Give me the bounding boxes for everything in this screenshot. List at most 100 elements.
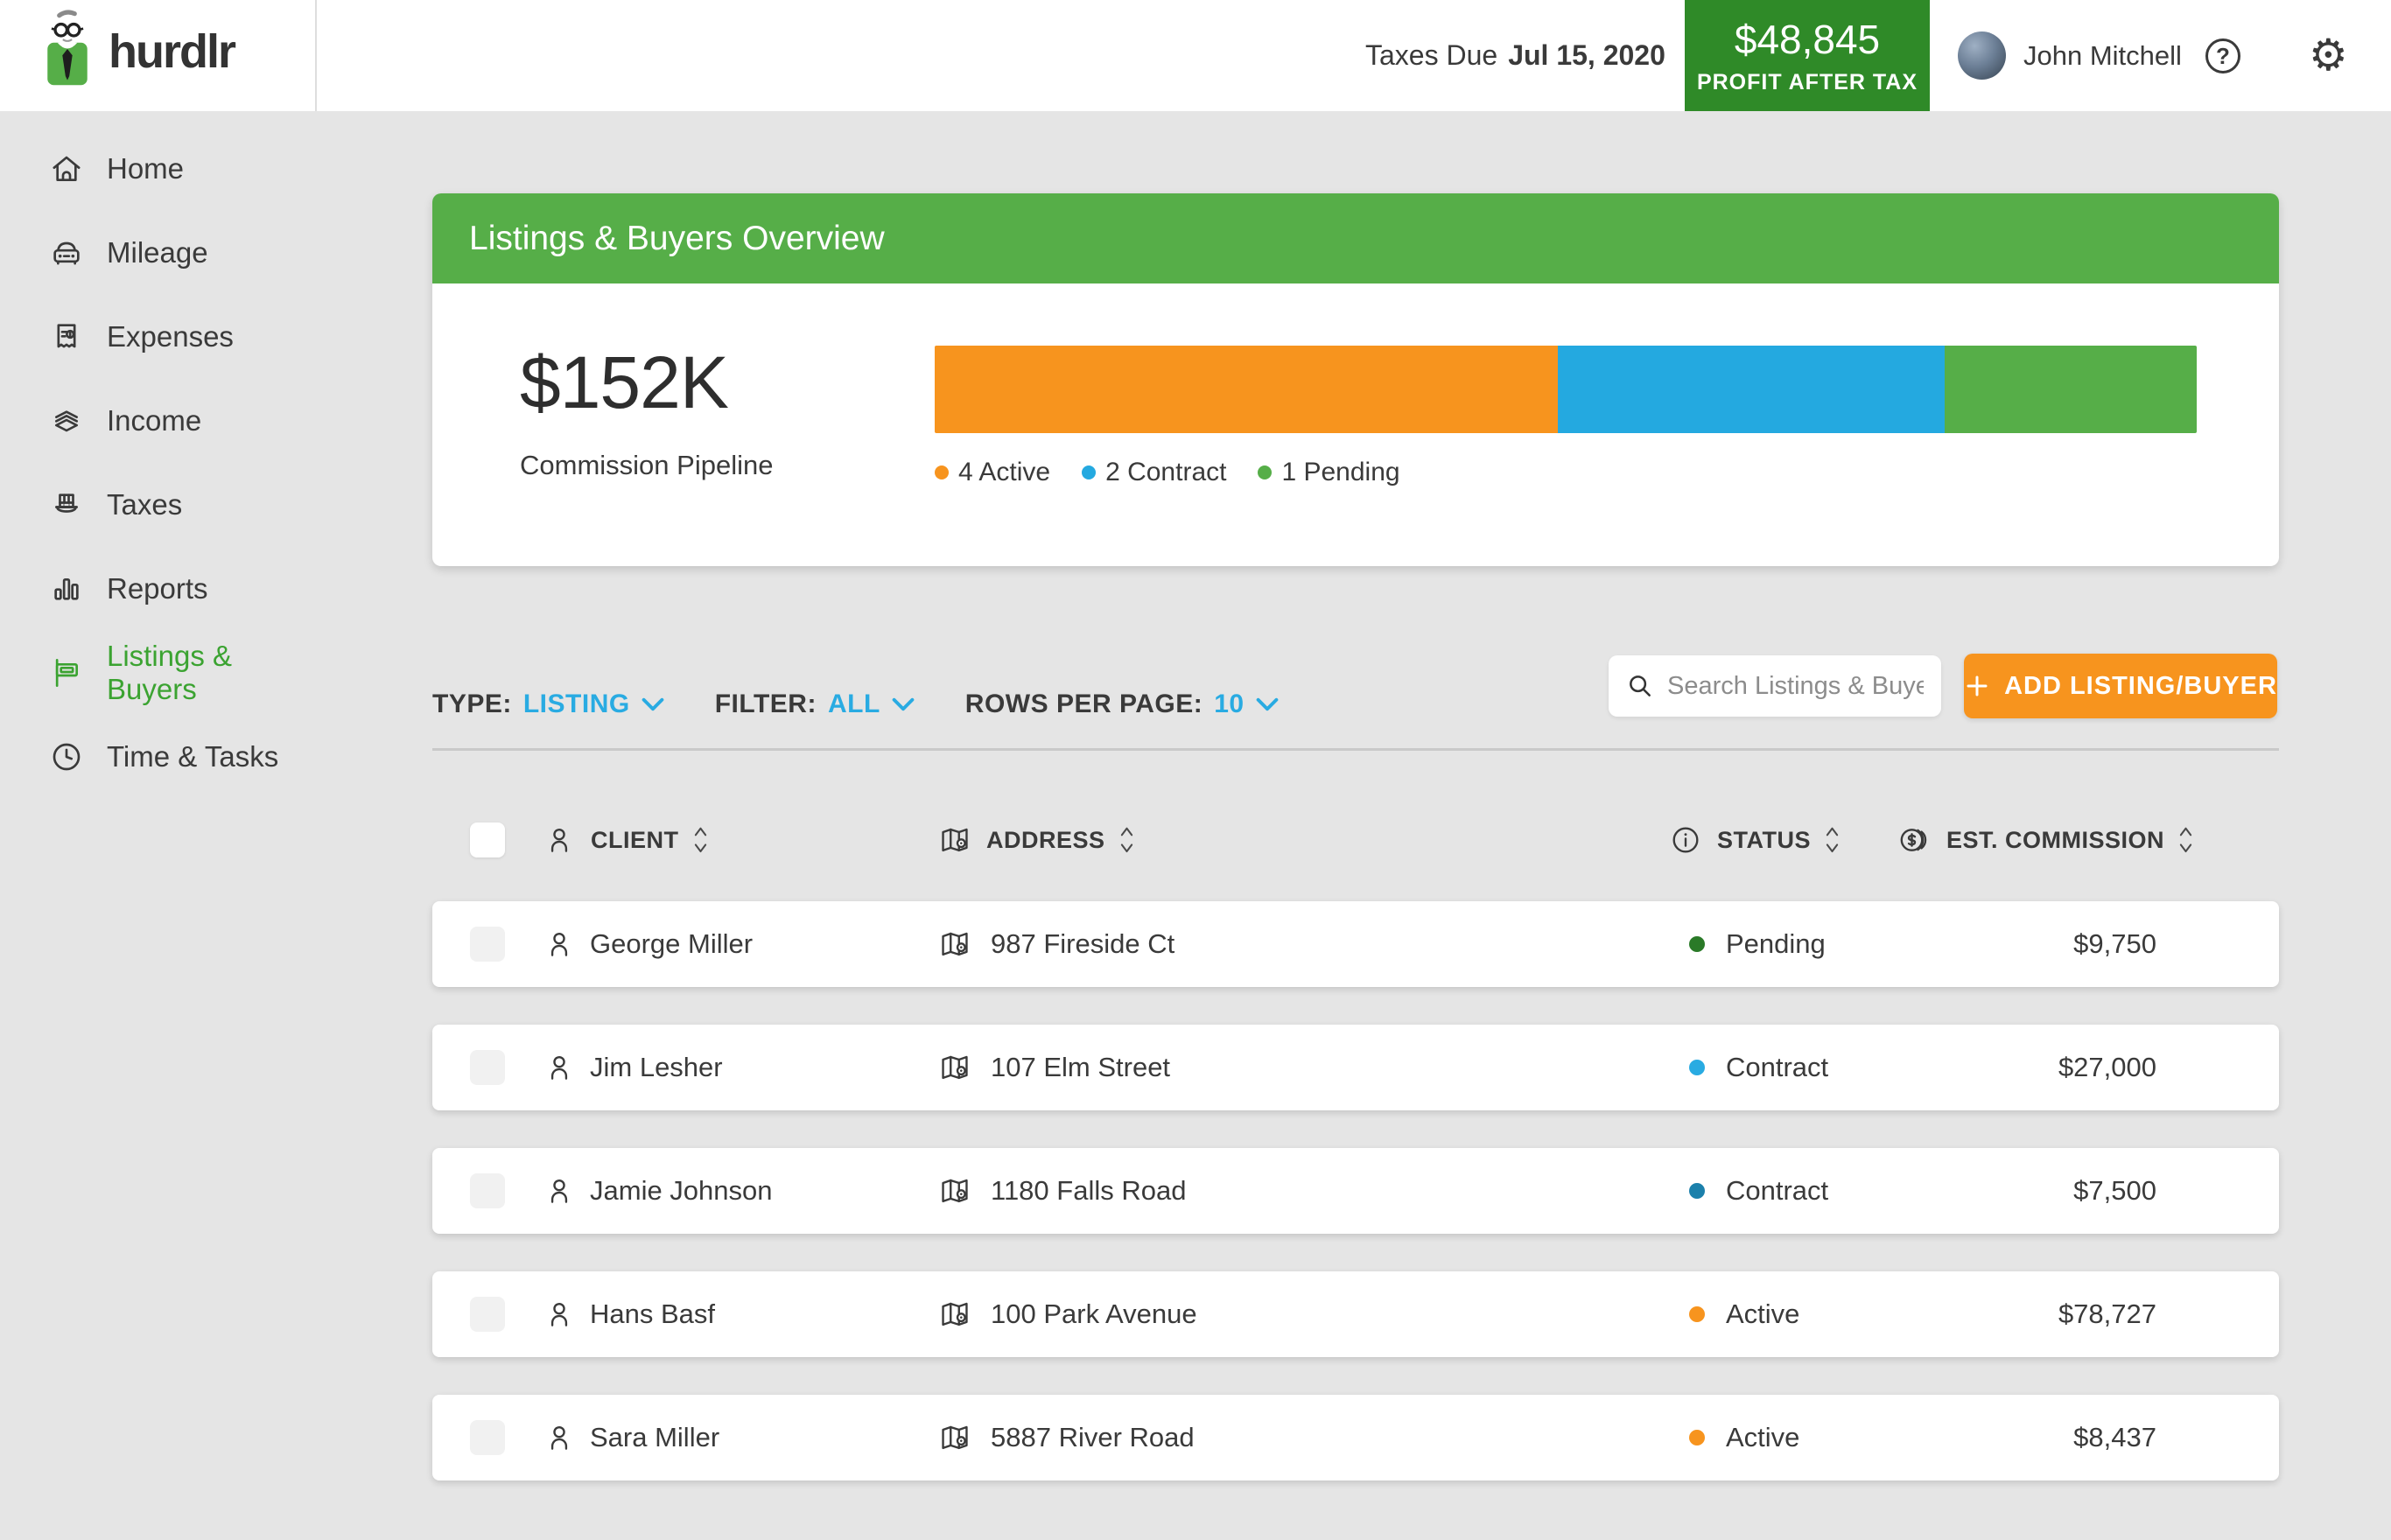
legend-dot-active [935, 466, 949, 480]
filter-dropdown[interactable]: FILTER: ALL [715, 690, 915, 719]
add-button-label: ADD LISTING/BUYER [2004, 672, 2277, 701]
status-dot [1689, 1060, 1705, 1075]
status-label: Active [1726, 1298, 1799, 1330]
sidebar-item-mileage[interactable]: Mileage [0, 211, 315, 295]
profit-label: PROFIT AFTER TAX [1697, 70, 1918, 95]
top-bar: hurdlr Taxes Due Jul 15, 2020 $48,845 PR… [0, 0, 2391, 111]
add-listing-buyer-button[interactable]: ADD LISTING/BUYER [1964, 654, 2277, 718]
column-header-client[interactable]: CLIENT [543, 823, 707, 857]
table-row[interactable]: George Miller 987 Fireside Ct Pending $9… [432, 901, 2279, 987]
listings-table-rows: George Miller 987 Fireside Ct Pending $9… [432, 901, 2279, 1518]
sidebar-item-listings-buyers[interactable]: Listings & Buyers [0, 631, 315, 715]
pipeline-total-value: $152K [520, 340, 728, 425]
sidebar-item-taxes[interactable]: Taxes [0, 463, 315, 547]
chevron-down-icon [892, 697, 915, 711]
status-label: Contract [1726, 1052, 1828, 1083]
table-row[interactable]: Hans Basf 100 Park Avenue Active $78,727 [432, 1271, 2279, 1357]
help-icon[interactable]: ? [2205, 38, 2240, 74]
row-checkbox[interactable] [470, 1297, 505, 1332]
status-label: Contract [1726, 1175, 1828, 1207]
overview-title: Listings & Buyers Overview [469, 220, 885, 258]
row-checkbox[interactable] [470, 927, 505, 962]
rows-per-page-label: ROWS PER PAGE: [965, 690, 1203, 719]
est-commission: $78,727 [2058, 1298, 2156, 1330]
pipeline-total-label: Commission Pipeline [520, 450, 773, 481]
est-commission: $27,000 [2058, 1052, 2156, 1083]
address: 987 Fireside Ct [991, 928, 1174, 960]
hurdlr-mascot-icon [40, 9, 95, 91]
legend-item-active: 4 Active [935, 458, 1050, 487]
car-icon [49, 235, 84, 270]
column-header-address[interactable]: ADDRESS [938, 823, 1133, 857]
listings-buyers-overview-card: Listings & Buyers Overview $152K Commiss… [432, 193, 2279, 566]
map-pin-icon [938, 1298, 971, 1331]
status-dot [1689, 1306, 1705, 1322]
table-row[interactable]: Sara Miller 5887 River Road Active $8,43… [432, 1395, 2279, 1480]
column-header-status[interactable]: STATUS [1669, 823, 1839, 857]
sale-sign-icon [49, 655, 84, 690]
topbar-divider [315, 0, 317, 111]
map-pin-icon [938, 928, 971, 961]
legend-label: 2 Contract [1105, 458, 1226, 487]
profit-after-tax-badge: $48,845 PROFIT AFTER TAX [1685, 0, 1930, 111]
sidebar-item-reports[interactable]: Reports [0, 547, 315, 631]
sort-arrows-icon [694, 825, 707, 855]
search-input[interactable] [1667, 672, 1924, 701]
row-checkbox[interactable] [470, 1420, 505, 1455]
sidebar-item-label: Listings & Buyers [107, 640, 315, 706]
sidebar-item-label: Home [107, 152, 184, 186]
bar-segment-pending [1945, 346, 2197, 433]
address: 107 Elm Street [991, 1052, 1170, 1083]
table-row[interactable]: Jamie Johnson 1180 Falls Road Contract $… [432, 1148, 2279, 1234]
column-label: ADDRESS [986, 827, 1105, 854]
table-row[interactable]: Jim Lesher 107 Elm Street Contract $27,0… [432, 1025, 2279, 1110]
sidebar-item-home[interactable]: Home [0, 127, 315, 211]
sidebar-item-expenses[interactable]: Expenses [0, 295, 315, 379]
sidebar-item-time-tasks[interactable]: Time & Tasks [0, 715, 315, 799]
column-header-est-commission[interactable]: EST. COMMISSION [1898, 823, 2192, 857]
rows-per-page-dropdown[interactable]: ROWS PER PAGE: 10 [965, 690, 1279, 719]
bar-chart-icon [49, 571, 84, 606]
search-box [1609, 655, 1941, 717]
bar-segment-contract [1558, 346, 1944, 433]
sidebar-item-label: Reports [107, 572, 208, 606]
taxes-due: Taxes Due Jul 15, 2020 [1365, 0, 1665, 111]
plus-icon [1964, 673, 1990, 699]
legend-item-contract: 2 Contract [1082, 458, 1226, 487]
status-label: Active [1726, 1422, 1799, 1453]
sidebar-item-label: Time & Tasks [107, 740, 278, 774]
address: 5887 River Road [991, 1422, 1195, 1453]
user-avatar[interactable] [1958, 32, 2006, 80]
receipt-icon [49, 319, 84, 354]
person-icon [543, 1174, 576, 1208]
client-name: George Miller [590, 928, 753, 960]
sidebar-item-label: Income [107, 404, 201, 438]
type-dropdown[interactable]: TYPE: LISTING [432, 690, 664, 719]
map-pin-icon [938, 1421, 971, 1454]
gear-icon[interactable]: ⚙ [2309, 33, 2348, 77]
table-header: CLIENT ADDRESS [432, 792, 2279, 888]
legend-item-pending: 1 Pending [1258, 458, 1399, 487]
info-icon [1669, 823, 1702, 857]
status-label: Pending [1726, 928, 1826, 960]
row-checkbox[interactable] [470, 1050, 505, 1085]
brand-wordmark: hurdlr [109, 24, 235, 91]
taxes-due-label: Taxes Due [1365, 39, 1497, 72]
money-stack-icon [49, 403, 84, 438]
top-hat-icon [49, 487, 84, 522]
chevron-down-icon [642, 697, 664, 711]
user-name[interactable]: John Mitchell [2023, 0, 2182, 111]
map-pin-icon [938, 823, 971, 857]
person-icon [543, 1051, 576, 1084]
sidebar: Home Mileage Expenses [0, 111, 315, 1540]
select-all-checkbox[interactable] [470, 822, 505, 858]
person-icon [543, 823, 576, 857]
filter-value: ALL [828, 690, 880, 719]
sort-arrows-icon [2179, 825, 2192, 855]
row-checkbox[interactable] [470, 1173, 505, 1208]
sidebar-item-income[interactable]: Income [0, 379, 315, 463]
brand-logo[interactable]: hurdlr [40, 9, 235, 91]
bar-segment-active [935, 346, 1558, 433]
person-icon [543, 1421, 576, 1454]
person-icon [543, 1298, 576, 1331]
